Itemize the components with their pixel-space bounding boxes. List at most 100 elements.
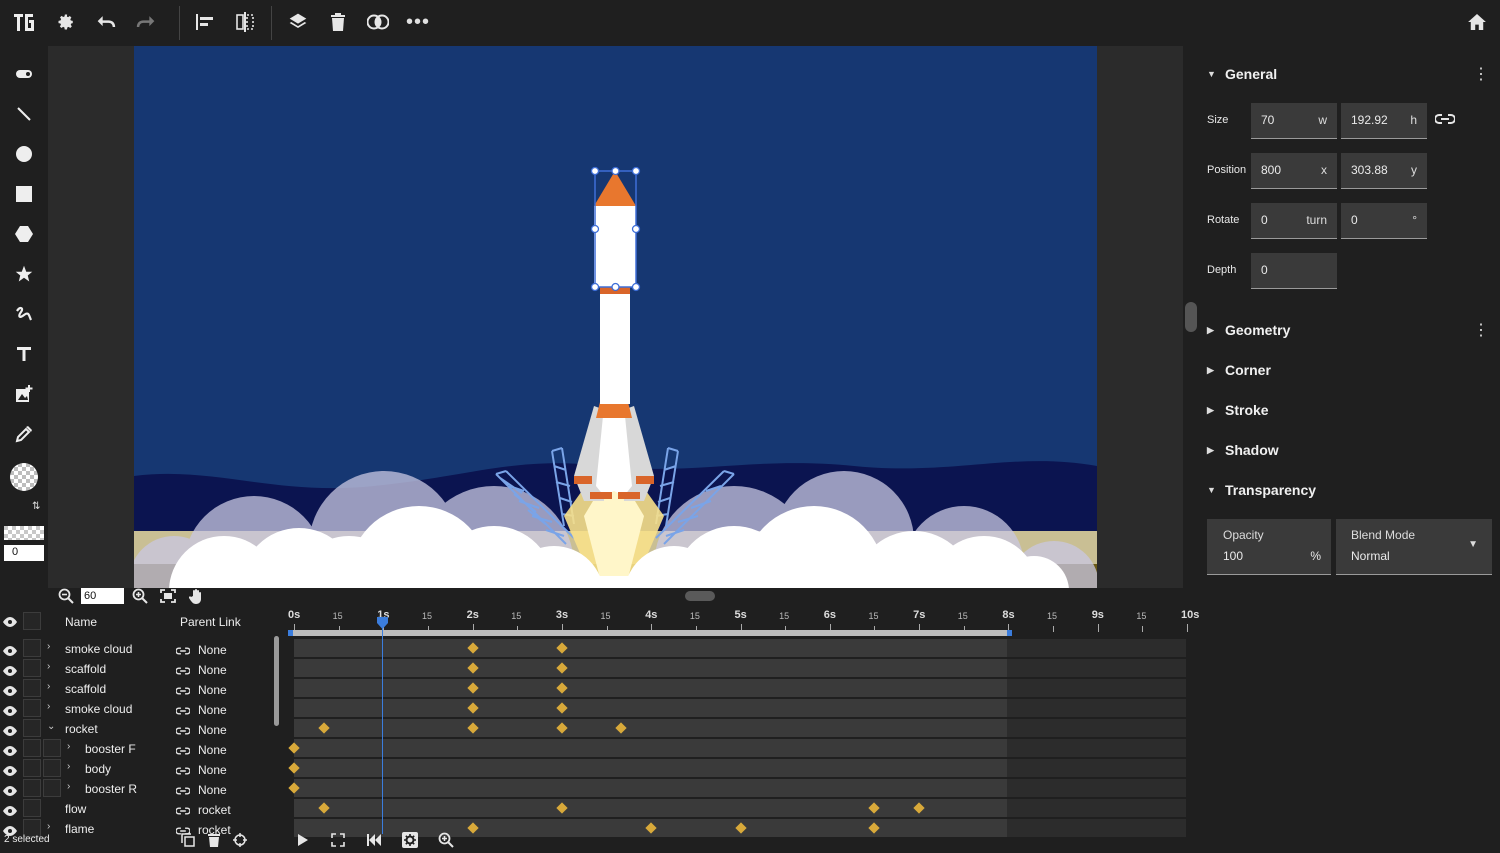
- opacity-field[interactable]: Opacity 100 %: [1207, 519, 1331, 575]
- size-width-field[interactable]: 70 w: [1251, 103, 1337, 139]
- keyframe-diamond[interactable]: [556, 642, 568, 654]
- settings-icon[interactable]: [50, 6, 82, 38]
- keyframe-diamond[interactable]: [868, 802, 881, 814]
- eye-icon[interactable]: [3, 683, 17, 697]
- keyframe-track[interactable]: [288, 779, 1186, 797]
- swap-colors-icon[interactable]: ⇅: [32, 501, 40, 512]
- keyframe-diamond[interactable]: [556, 682, 568, 694]
- keyframe-track[interactable]: [294, 659, 1186, 677]
- layer-name[interactable]: scaffold: [65, 662, 106, 676]
- eye-icon[interactable]: [3, 763, 17, 777]
- boolean-icon[interactable]: [362, 6, 394, 38]
- parent-link-icon[interactable]: [175, 663, 191, 681]
- lock-toggle[interactable]: [23, 779, 41, 797]
- fill-color-swatch[interactable]: [10, 463, 38, 491]
- keyframe-track[interactable]: [288, 759, 1186, 777]
- work-area-end-handle[interactable]: [1007, 630, 1012, 636]
- keyframe-diamond[interactable]: [288, 782, 300, 794]
- eye-icon[interactable]: [3, 703, 17, 717]
- lock-toggle[interactable]: [23, 639, 41, 657]
- layers-icon[interactable]: [282, 6, 314, 38]
- eye-icon[interactable]: [3, 614, 17, 628]
- hexagon-icon[interactable]: [8, 218, 40, 250]
- keyframe-diamond[interactable]: [615, 722, 628, 734]
- circle-icon[interactable]: [8, 138, 40, 170]
- parent-link-icon[interactable]: [175, 763, 191, 781]
- keyframe-diamond[interactable]: [466, 702, 479, 714]
- app-logo-icon[interactable]: [8, 6, 40, 38]
- undo-icon[interactable]: [90, 6, 122, 38]
- layer-name[interactable]: booster R: [85, 782, 137, 796]
- expand-arrow-icon[interactable]: ›: [67, 741, 70, 752]
- keyframe-diamond[interactable]: [466, 722, 479, 734]
- keyframe-diamond[interactable]: [868, 822, 881, 834]
- keyframe-diamond[interactable]: [466, 682, 479, 694]
- keyframe-diamond[interactable]: [288, 742, 300, 754]
- expand-arrow-icon[interactable]: ›: [47, 641, 50, 652]
- position-x-field[interactable]: 800 x: [1251, 153, 1337, 189]
- section-general-header[interactable]: ▼ General: [1207, 62, 1277, 86]
- keyframe-diamond[interactable]: [466, 642, 479, 654]
- expand-arrow-icon[interactable]: ›: [67, 781, 70, 792]
- eye-icon[interactable]: [3, 723, 17, 737]
- parent-link-value[interactable]: None: [198, 743, 227, 757]
- layer-name[interactable]: smoke cloud: [65, 642, 132, 656]
- layer-name[interactable]: booster F: [85, 742, 136, 756]
- playhead-handle[interactable]: [377, 616, 388, 629]
- parent-link-icon[interactable]: [175, 803, 191, 821]
- expand-arrow-icon[interactable]: ›: [47, 661, 50, 672]
- align-icon[interactable]: [189, 6, 221, 38]
- keyframe-diamond[interactable]: [466, 822, 479, 834]
- depth-field[interactable]: 0: [1251, 253, 1337, 289]
- delete-layer-icon[interactable]: [208, 833, 220, 852]
- eye-icon[interactable]: [3, 663, 17, 677]
- opacity-swatch[interactable]: [4, 526, 44, 540]
- keyframe-diamond[interactable]: [556, 802, 568, 814]
- parent-link-value[interactable]: rocket: [198, 803, 231, 817]
- keyframe-track[interactable]: [288, 739, 1186, 757]
- delete-icon[interactable]: [322, 6, 354, 38]
- work-area-start-handle[interactable]: [288, 630, 293, 636]
- expand-arrow-icon[interactable]: ›: [47, 701, 50, 712]
- keyframe-track[interactable]: [294, 799, 1186, 817]
- duplicate-icon[interactable]: [181, 833, 195, 852]
- section-geometry-header[interactable]: ▶ Geometry: [1207, 318, 1290, 342]
- more-icon[interactable]: •••: [402, 6, 434, 38]
- home-icon[interactable]: [1461, 6, 1493, 38]
- skip-to-start-icon[interactable]: [366, 833, 381, 852]
- layer-list-scrollbar[interactable]: [274, 636, 279, 726]
- lock-toggle[interactable]: [23, 799, 41, 817]
- line-icon[interactable]: [8, 98, 40, 130]
- fullscreen-icon[interactable]: [331, 833, 345, 852]
- canvas-horizontal-scrollbar[interactable]: [685, 591, 715, 601]
- canvas-viewport[interactable]: [48, 46, 1183, 588]
- artboard[interactable]: [134, 46, 1097, 588]
- layer-name[interactable]: rocket: [65, 722, 98, 736]
- expand-arrow-icon[interactable]: ›: [47, 821, 50, 832]
- collapse-arrow-icon[interactable]: ⌄: [47, 721, 55, 732]
- lock-toggle[interactable]: [23, 679, 41, 697]
- link-aspect-icon[interactable]: [1434, 112, 1456, 131]
- parent-link-icon[interactable]: [175, 743, 191, 761]
- parent-link-icon[interactable]: [175, 723, 191, 741]
- parent-link-value[interactable]: None: [198, 663, 227, 677]
- eye-icon[interactable]: [3, 643, 17, 657]
- position-y-field[interactable]: 303.88 y: [1341, 153, 1427, 189]
- text-icon[interactable]: [8, 338, 40, 370]
- expand-arrow-icon[interactable]: ›: [67, 761, 70, 772]
- keyframe-diamond[interactable]: [556, 722, 568, 734]
- keyframe-track[interactable]: [294, 639, 1186, 657]
- lock-toggle[interactable]: [23, 699, 41, 717]
- rotate-degree-field[interactable]: 0 °: [1341, 203, 1427, 239]
- size-height-field[interactable]: 192.92 h: [1341, 103, 1427, 139]
- keyframe-diamond[interactable]: [288, 762, 300, 774]
- play-icon[interactable]: [297, 833, 309, 852]
- general-menu-icon[interactable]: ⋮: [1473, 64, 1489, 84]
- parent-link-icon[interactable]: [175, 703, 191, 721]
- parent-link-value[interactable]: None: [198, 683, 227, 697]
- keyframe-diamond[interactable]: [466, 662, 479, 674]
- lock-toggle[interactable]: [23, 739, 41, 757]
- section-stroke-header[interactable]: ▶ Stroke: [1207, 398, 1269, 422]
- keyframe-track[interactable]: [294, 679, 1186, 697]
- layer-name[interactable]: flame: [65, 822, 94, 836]
